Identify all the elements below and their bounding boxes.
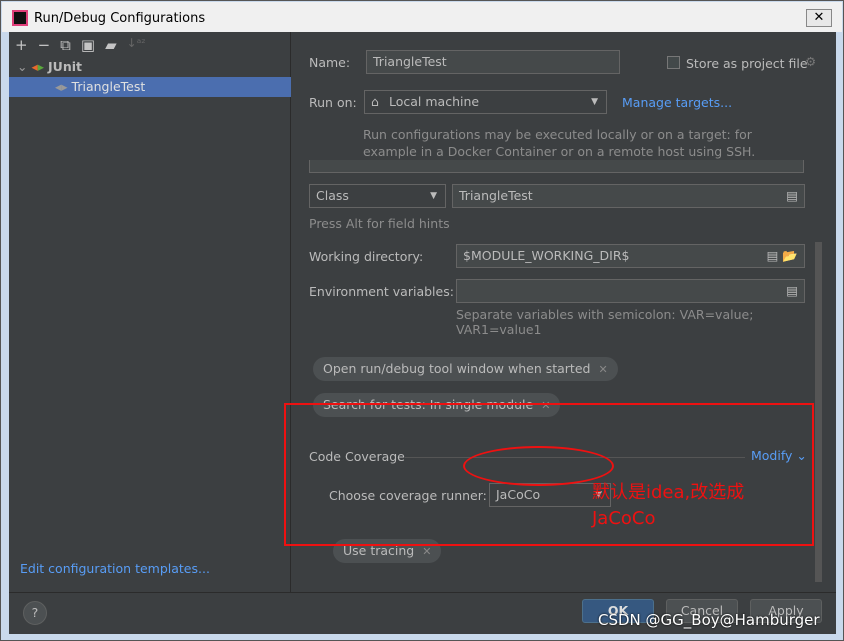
option-chip-open-tool-window[interactable]: Open run/debug tool window when started ✕ [313, 357, 618, 381]
run-on-select[interactable]: ⌂ Local machine ▼ [364, 90, 607, 114]
run-on-value: Local machine [389, 94, 480, 109]
annotation-line: 默认是idea,改选成 [592, 482, 745, 503]
sort-icon[interactable]: ↓ᵃᶻ [127, 36, 146, 54]
workdir-value: $MODULE_WORKING_DIR$ [463, 248, 630, 263]
close-icon[interactable]: ✕ [422, 545, 431, 558]
help-button[interactable]: ? [23, 601, 47, 625]
home-icon: ⌂ [371, 94, 379, 109]
name-input[interactable]: TriangleTest [366, 50, 620, 74]
env-label: Environment variables: [309, 284, 454, 299]
chevron-down-icon: ▼ [430, 191, 437, 201]
manage-targets-link[interactable]: Manage targets... [622, 95, 732, 110]
gear-icon[interactable]: ⚙ [805, 54, 816, 69]
browse-icon[interactable]: ▤ [786, 185, 798, 207]
store-label: Store as project file [686, 56, 808, 71]
close-button[interactable]: ✕ [806, 9, 832, 27]
name-label: Name: [309, 55, 351, 70]
junit-test-icon: ◂▸ [55, 79, 68, 94]
title-bar: Run/Debug Configurations ✕ [2, 2, 842, 32]
tree-item-triangletest[interactable]: ◂▸ TriangleTest [9, 77, 291, 97]
edit-templates-link[interactable]: Edit configuration templates... [20, 561, 210, 576]
class-input[interactable]: TriangleTest ▤ [452, 184, 805, 208]
divider [9, 592, 836, 593]
annotation-line: JaCoCo [592, 508, 656, 529]
watermark: CSDN @GG_Boy@Hamburger [598, 611, 820, 629]
save-icon[interactable]: ▣ [81, 36, 95, 54]
annotation-text: 默认是idea,改选成 JaCoCo [592, 480, 744, 532]
chevron-down-icon: ▼ [591, 97, 598, 107]
workdir-input[interactable]: $MODULE_WORKING_DIR$ ▤ 📂 [456, 244, 805, 268]
hint-line: example in a Docker Container or on a re… [363, 144, 756, 159]
new-folder-icon[interactable]: ▰ [105, 36, 117, 54]
intellij-icon [12, 10, 28, 26]
minus-icon[interactable]: − [38, 36, 51, 54]
hint-line: Run configurations may be executed local… [363, 127, 752, 142]
scrollbar[interactable] [815, 242, 822, 582]
plus-icon[interactable]: + [15, 36, 28, 54]
alt-hint: Press Alt for field hints [309, 216, 450, 231]
toolbar: + − ⧉ ▣ ▰ ↓ᵃᶻ [15, 36, 146, 54]
env-input[interactable]: ▤ [456, 279, 805, 303]
test-kind-select[interactable]: Class ▼ [309, 184, 446, 208]
store-checkbox[interactable] [667, 56, 680, 69]
tree-group-junit[interactable]: ⌄ ◂▸ JUnit [9, 57, 291, 77]
window-title: Run/Debug Configurations [34, 11, 206, 26]
config-tree-panel: + − ⧉ ▣ ▰ ↓ᵃᶻ ⌄ ◂▸ JUnit ◂▸ TriangleTest… [9, 32, 291, 592]
workdir-label: Working directory: [309, 249, 424, 264]
tree-group-label: JUnit [48, 59, 82, 74]
env-hint: Separate variables with semicolon: VAR=v… [456, 307, 754, 337]
chip-label: Open run/debug tool window when started [323, 361, 591, 376]
close-icon[interactable]: ✕ [598, 363, 607, 376]
browse-icon[interactable]: ▤ [786, 280, 798, 302]
test-kind-value: Class [316, 188, 349, 203]
run-on-hint: Run configurations may be executed local… [363, 126, 755, 160]
tree-item-label: TriangleTest [71, 79, 146, 94]
class-value: TriangleTest [459, 188, 533, 203]
folder-icon[interactable]: ▤ 📂 [767, 245, 798, 267]
chevron-down-icon[interactable]: ⌄ [17, 59, 27, 74]
run-on-label: Run on: [309, 95, 357, 110]
copy-icon[interactable]: ⧉ [60, 36, 71, 54]
module-field-partial [309, 160, 804, 173]
